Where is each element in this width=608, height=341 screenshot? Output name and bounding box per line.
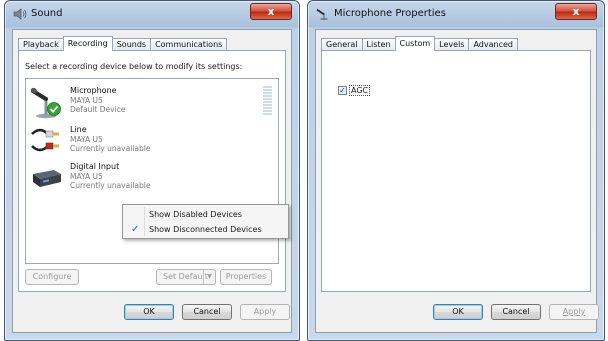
device-microphone[interactable]: Microphone MAYA U5 Default Device xyxy=(30,85,250,121)
sound-window-title: Sound xyxy=(31,8,63,19)
speaker-icon xyxy=(13,8,27,20)
device-model: MAYA U5 xyxy=(70,172,103,181)
device-model: MAYA U5 xyxy=(70,135,103,144)
device-status: Currently unavailable xyxy=(70,144,151,153)
device-status: Currently unavailable xyxy=(70,181,151,190)
device-name: Digital Input xyxy=(70,162,120,171)
mic-window-title: Microphone Properties xyxy=(334,8,446,19)
apply-button[interactable]: Apply xyxy=(240,304,290,320)
cancel-button[interactable]: Cancel xyxy=(491,304,541,320)
sound-window: Sound x Playback Recording Sounds Commun… xyxy=(4,0,300,341)
sound-tab-strip: Playback Recording Sounds Communications xyxy=(18,36,228,51)
sound-titlebar[interactable]: Sound x xyxy=(5,1,299,27)
mic-tab-strip: General Listen Custom Levels Advanced xyxy=(321,36,518,51)
tab-recording[interactable]: Recording xyxy=(62,36,113,51)
chevron-down-icon[interactable]: ▼ xyxy=(203,270,215,284)
agc-label: AGC xyxy=(349,85,371,96)
microphone-icon xyxy=(30,87,61,119)
checkmark-icon: ✓ xyxy=(131,224,140,235)
mic-titlebar[interactable]: Microphone Properties x xyxy=(308,1,604,27)
configure-button[interactable]: Configure xyxy=(25,269,79,285)
agc-checkbox[interactable]: ✓ xyxy=(338,86,347,95)
close-icon: x xyxy=(572,5,580,18)
menu-item-label: Show Disabled Devices xyxy=(149,210,242,219)
tab-custom[interactable]: Custom xyxy=(394,36,436,51)
device-line[interactable]: Line MAYA U5 Currently unavailable xyxy=(30,124,250,160)
device-name: Microphone xyxy=(70,86,117,95)
set-default-label: Set Default xyxy=(163,272,208,281)
set-default-button[interactable]: Set Default ▼ xyxy=(156,269,216,285)
mic-close-button[interactable]: x xyxy=(555,3,597,20)
recording-tab-panel: Select a recording device below to modif… xyxy=(18,50,286,292)
custom-tab-panel: ✓ AGC xyxy=(321,50,591,292)
sound-close-button[interactable]: x xyxy=(250,3,292,20)
close-icon: x xyxy=(267,5,275,18)
mic-client-area: General Listen Custom Levels Advanced ✓ … xyxy=(315,29,599,333)
device-name: Line xyxy=(70,125,87,134)
context-menu: Show Disabled Devices ✓ Show Disconnecte… xyxy=(122,204,289,239)
recording-instruction: Select a recording device below to modif… xyxy=(25,62,243,71)
microphone-properties-window: Microphone Properties x General Listen C… xyxy=(307,0,605,341)
rca-cable-icon xyxy=(31,128,59,152)
sound-client-area: Playback Recording Sounds Communications… xyxy=(12,29,292,333)
ok-button[interactable]: OK xyxy=(433,304,483,320)
device-digital-input[interactable]: Digital Input MAYA U5 Currently unavaila… xyxy=(30,161,250,197)
digital-input-device-icon xyxy=(33,170,61,187)
cancel-button[interactable]: Cancel xyxy=(182,304,232,320)
microphone-icon xyxy=(316,9,328,20)
menu-item-show-disabled[interactable]: Show Disabled Devices xyxy=(125,207,286,222)
device-model: MAYA U5 xyxy=(70,96,103,105)
menu-item-show-disconnected[interactable]: ✓ Show Disconnected Devices xyxy=(125,222,286,237)
menu-item-label: Show Disconnected Devices xyxy=(149,225,262,234)
ok-button[interactable]: OK xyxy=(124,304,174,320)
properties-button[interactable]: Properties xyxy=(220,269,272,285)
apply-button[interactable]: Apply xyxy=(549,304,599,320)
device-status: Default Device xyxy=(70,105,126,114)
microphone-level-meter xyxy=(263,86,272,117)
